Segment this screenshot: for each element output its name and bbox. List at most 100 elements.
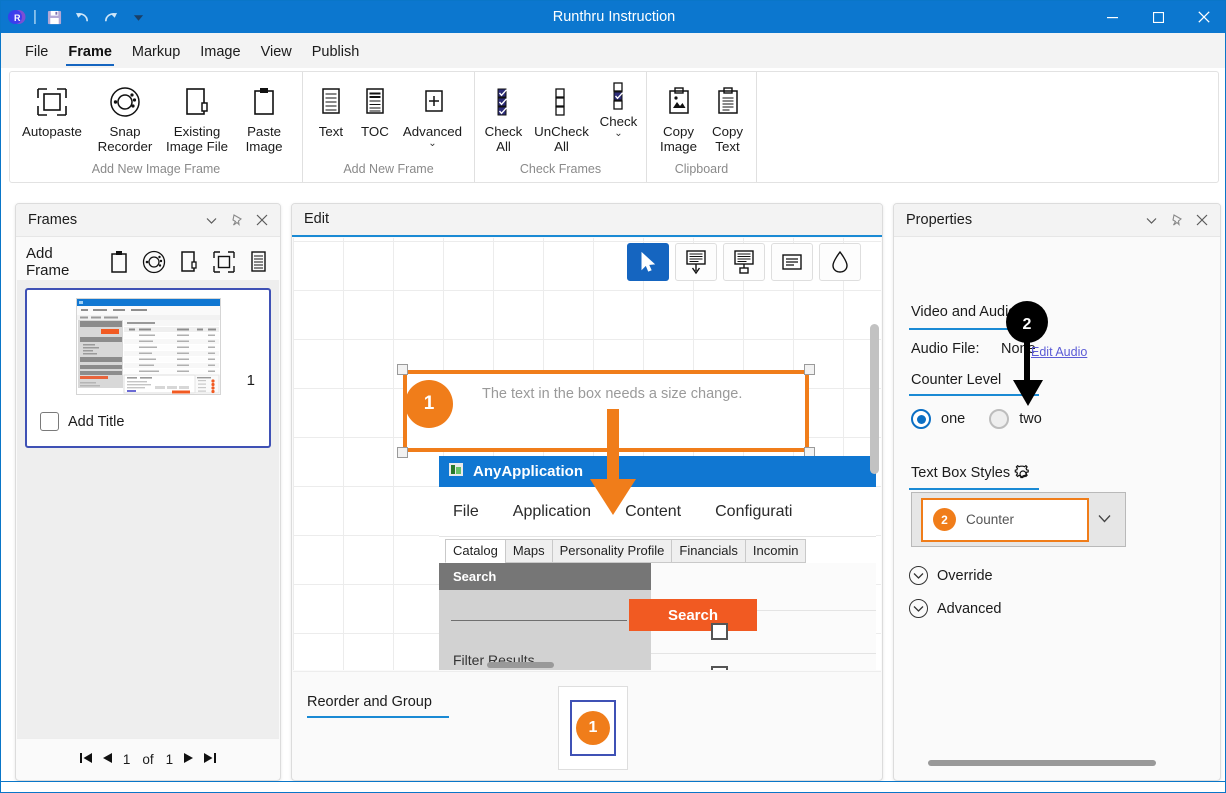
menu-item-frame[interactable]: Frame	[58, 44, 122, 68]
app-result-row	[651, 611, 876, 654]
properties-panel-header: Properties	[894, 204, 1220, 237]
app-logo: R	[7, 7, 27, 27]
first-frame-button[interactable]	[79, 751, 95, 767]
redo-icon[interactable]	[99, 6, 123, 28]
text-box-tool[interactable]	[771, 243, 813, 281]
check-dropdown-button[interactable]: Check ⌄	[593, 78, 645, 138]
text-box-style-selector[interactable]: 2 Counter	[911, 492, 1126, 547]
check-all-button[interactable]: Check All	[477, 78, 531, 154]
select-pointer-tool[interactable]	[627, 243, 669, 281]
app-search-header: Search	[439, 563, 651, 590]
autopaste-label: Autopaste	[22, 124, 82, 139]
canvas-vertical-scrollbar[interactable]	[870, 324, 879, 474]
frames-panel-collapse-icon[interactable]	[199, 208, 224, 233]
resize-handle-bottom-left[interactable]	[397, 447, 408, 458]
text-frame-icon	[320, 82, 342, 122]
quick-access-divider: |	[31, 8, 39, 27]
snap-recorder-button[interactable]: Snap Recorder	[90, 78, 160, 154]
app-tab-catalog: Catalog	[445, 539, 506, 563]
text-box-style-chevron-down-icon[interactable]	[1098, 514, 1111, 526]
frame-number: 1	[247, 372, 255, 389]
toc-frame-button[interactable]: TOC	[353, 78, 397, 139]
app-menu-configuration: Configurati	[715, 503, 814, 521]
frames-panel-pin-icon[interactable]	[224, 208, 249, 233]
menu-item-markup[interactable]: Markup	[122, 44, 190, 68]
paste-image-button[interactable]: Paste Image	[234, 78, 294, 154]
uncheck-all-button[interactable]: UnCheck All	[531, 78, 593, 154]
copy-text-button[interactable]: Copy Text	[705, 78, 751, 154]
last-frame-button[interactable]	[201, 751, 217, 767]
reorder-frame-card[interactable]: 1	[558, 686, 628, 770]
add-frame-existing-image-file-icon[interactable]	[175, 248, 202, 276]
text-frame-button[interactable]: Text	[309, 78, 353, 139]
save-icon[interactable]	[43, 6, 67, 28]
gear-icon[interactable]	[1012, 463, 1034, 490]
resize-handle-top-left[interactable]	[397, 364, 408, 375]
edit-canvas-area[interactable]: The text in the box needs a size change.…	[293, 238, 881, 670]
canvas-horizontal-scrollbar[interactable]	[487, 662, 554, 668]
override-expander[interactable]: Override	[909, 566, 993, 585]
paste-image-icon	[251, 82, 277, 122]
uncheck-all-label: UnCheck All	[534, 124, 589, 154]
callout-down-tool[interactable]	[675, 243, 717, 281]
app-window-icon	[449, 463, 463, 481]
text-box-style-label: Counter	[966, 512, 1014, 527]
previous-frame-button[interactable]	[101, 751, 114, 767]
properties-panel-collapse-icon[interactable]	[1139, 208, 1164, 233]
customize-quick-access-caret-icon[interactable]	[127, 6, 151, 28]
snap-recorder-icon	[109, 82, 141, 122]
ribbon-group-label-add-new-image-frame: Add New Image Frame	[10, 162, 302, 182]
ribbon-group-add-new-image-frame: Autopaste Snap Recorder	[10, 72, 302, 182]
ribbon-group-label-check-frames: Check Frames	[475, 162, 646, 182]
next-frame-button[interactable]	[182, 751, 195, 767]
ribbon-empty-area	[756, 72, 1218, 182]
menu-item-image[interactable]: Image	[190, 44, 250, 68]
toc-frame-icon	[364, 82, 386, 122]
app-title-bar: AnyApplication	[439, 456, 876, 487]
advanced-expander[interactable]: Advanced	[909, 599, 1002, 618]
app-tab-strip: Catalog Maps Personality Profile Financi…	[439, 537, 876, 563]
app-result-row	[651, 654, 876, 670]
embedded-app-screenshot: AnyApplication File Application Content …	[439, 456, 876, 670]
autopaste-icon	[35, 82, 69, 122]
app-search-row: Search	[439, 590, 651, 646]
frames-panel-header: Frames	[16, 204, 280, 237]
add-frame-text-frame-icon[interactable]	[245, 248, 272, 276]
add-frame-paste-image-icon[interactable]	[105, 248, 132, 276]
highlight-drop-tool[interactable]	[819, 243, 861, 281]
existing-image-file-label: Existing Image File	[166, 124, 228, 154]
tab-edit[interactable]: Edit	[292, 204, 341, 235]
reorder-and-group-section: Reorder and Group 1	[293, 671, 881, 779]
add-frame-snap-recorder-icon[interactable]	[140, 248, 167, 276]
text-box-style-selected: 2 Counter	[921, 498, 1089, 542]
close-button[interactable]	[1181, 1, 1226, 33]
properties-panel-close-icon[interactable]	[1189, 208, 1214, 233]
ribbon-group-add-new-frame: Text TOC	[302, 72, 474, 182]
add-title-checkbox[interactable]	[40, 412, 59, 431]
undo-icon[interactable]	[71, 6, 95, 28]
menu-item-publish[interactable]: Publish	[302, 44, 370, 68]
orange-callout-arrow-icon	[589, 409, 637, 524]
counter-level-radio-one[interactable]	[911, 409, 931, 429]
menu-item-file[interactable]: File	[15, 44, 58, 68]
frame-list-item[interactable]: 1 Add Title	[25, 288, 271, 448]
advanced-frame-button[interactable]: Advanced ⌄	[397, 78, 468, 148]
counter-level-radio-one-dot	[917, 415, 926, 424]
add-frame-autopaste-icon[interactable]	[210, 248, 237, 276]
app-title-text: AnyApplication	[473, 463, 583, 480]
advanced-frame-caret-icon[interactable]: ⌄	[428, 140, 436, 148]
check-caret-icon[interactable]: ⌄	[614, 130, 622, 138]
properties-panel-pin-icon[interactable]	[1164, 208, 1189, 233]
frames-panel-close-icon[interactable]	[249, 208, 274, 233]
resize-handle-top-right[interactable]	[804, 364, 815, 375]
minimize-button[interactable]	[1089, 1, 1135, 33]
existing-image-file-button[interactable]: Existing Image File	[160, 78, 234, 154]
autopaste-button[interactable]: Autopaste	[14, 78, 90, 139]
maximize-button[interactable]	[1135, 1, 1181, 33]
edit-panel: Edit The text in the box needs a size ch…	[291, 203, 883, 781]
menu-item-view[interactable]: View	[251, 44, 302, 68]
copy-image-button[interactable]: Copy Image	[653, 78, 705, 154]
callout-stem-tool[interactable]	[723, 243, 765, 281]
properties-horizontal-scrollbar[interactable]	[928, 760, 1156, 766]
app-tab-personality-profile: Personality Profile	[552, 539, 673, 563]
